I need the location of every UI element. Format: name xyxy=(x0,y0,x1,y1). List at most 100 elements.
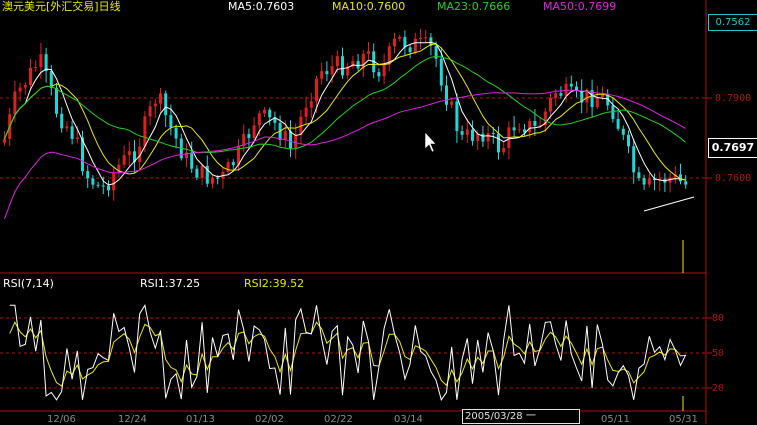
rsi-indicator-label[interactable]: RSI(7,14) xyxy=(3,277,54,291)
date-label: 02/02 xyxy=(255,414,284,425)
candle xyxy=(403,30,407,55)
candle xyxy=(382,53,386,85)
candle xyxy=(294,123,298,160)
rsi-tick-label: 50 xyxy=(712,348,725,359)
candle xyxy=(512,116,516,137)
candle xyxy=(637,166,641,181)
ma50-line xyxy=(4,89,686,219)
candle xyxy=(398,34,402,42)
candle xyxy=(647,173,651,188)
candle xyxy=(195,165,199,181)
date-label: 01/13 xyxy=(186,414,215,425)
candle xyxy=(632,138,636,184)
candle xyxy=(621,125,625,141)
candle xyxy=(96,181,100,188)
candle xyxy=(309,92,313,118)
candle xyxy=(304,96,308,125)
candle xyxy=(455,93,459,143)
candle xyxy=(377,68,381,82)
date-label: 05/11 xyxy=(601,414,630,425)
candle xyxy=(268,107,272,126)
ma5-line xyxy=(4,41,686,186)
candle xyxy=(221,167,225,189)
price-tick-label: 0.7900 xyxy=(715,93,752,104)
candle xyxy=(289,120,292,158)
candle xyxy=(23,82,27,95)
date-label: 03/14 xyxy=(394,414,423,425)
candle xyxy=(497,126,500,160)
candle xyxy=(367,41,370,59)
candle xyxy=(668,172,672,193)
candle xyxy=(507,121,511,160)
ma23-line xyxy=(4,55,687,154)
candle xyxy=(575,81,578,98)
ma5-readout: MA5:0.7603 xyxy=(228,0,295,13)
candle xyxy=(185,143,188,168)
candle xyxy=(356,53,360,71)
candlestick-series xyxy=(3,28,688,201)
candle xyxy=(91,175,95,190)
candle xyxy=(174,124,178,149)
candle xyxy=(616,110,620,131)
candle xyxy=(523,123,526,138)
candle xyxy=(200,163,204,186)
ma23-readout: MA23:0.7666 xyxy=(437,0,511,13)
candle xyxy=(408,44,412,59)
candle xyxy=(159,87,162,112)
candle xyxy=(127,141,131,166)
chart-title: 澳元美元[外汇交易]日线 xyxy=(2,0,121,13)
rsi2-readout: RSI2:39.52 xyxy=(244,277,305,290)
price-tick-label: 0.7600 xyxy=(715,173,752,184)
candle xyxy=(580,79,584,114)
candle xyxy=(559,86,563,99)
candle xyxy=(351,55,355,69)
candle xyxy=(107,180,110,197)
candle xyxy=(445,75,448,111)
candle xyxy=(341,47,344,79)
candle xyxy=(393,32,396,54)
candle xyxy=(627,130,630,154)
date-label: 12/06 xyxy=(47,414,76,425)
candle xyxy=(658,171,662,191)
candle xyxy=(117,158,121,178)
candle xyxy=(590,79,594,117)
candle xyxy=(65,121,69,132)
candle xyxy=(387,42,391,72)
candle xyxy=(70,120,74,145)
date-label: 12/24 xyxy=(118,414,147,425)
candle xyxy=(346,62,350,80)
candle xyxy=(247,128,251,150)
candle xyxy=(325,61,329,82)
candle xyxy=(211,175,214,189)
candle xyxy=(44,47,48,83)
candle xyxy=(273,111,277,131)
candle xyxy=(34,60,38,72)
date-label: 05/31 xyxy=(669,414,698,425)
candle xyxy=(86,165,90,189)
candle xyxy=(642,174,646,190)
candle xyxy=(133,140,136,173)
candle xyxy=(684,175,688,189)
candle xyxy=(122,145,126,169)
trend-line xyxy=(643,196,695,212)
candle xyxy=(517,122,521,134)
current-price-box: 0.7697 xyxy=(708,138,757,158)
candle xyxy=(263,107,266,118)
moving-average-series xyxy=(4,41,687,401)
date-label: 02/22 xyxy=(324,414,353,425)
candle xyxy=(569,75,573,90)
candle xyxy=(299,109,303,145)
candle xyxy=(18,82,22,102)
ma50-readout: MA50:0.7699 xyxy=(543,0,617,13)
candle xyxy=(60,107,64,133)
candle xyxy=(179,133,183,161)
candle xyxy=(419,28,422,50)
candle xyxy=(502,142,506,156)
candle xyxy=(486,125,490,150)
price-top-box: 0.7562 xyxy=(708,14,757,31)
chart-canvas xyxy=(0,0,712,424)
candle xyxy=(424,29,428,43)
candle xyxy=(29,59,32,89)
candle xyxy=(679,163,682,185)
candle xyxy=(471,120,474,146)
